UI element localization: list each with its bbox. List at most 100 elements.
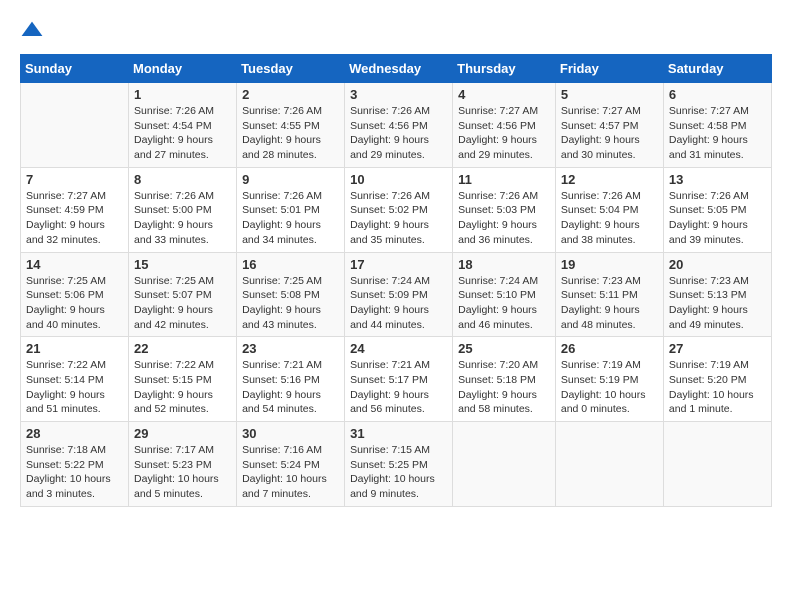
day-info: Sunrise: 7:23 AMSunset: 5:13 PMDaylight:… bbox=[669, 274, 766, 333]
day-info: Sunrise: 7:26 AMSunset: 5:01 PMDaylight:… bbox=[242, 189, 339, 248]
calendar-cell: 24 Sunrise: 7:21 AMSunset: 5:17 PMDayligh… bbox=[345, 337, 453, 422]
day-info: Sunrise: 7:21 AMSunset: 5:16 PMDaylight:… bbox=[242, 358, 339, 417]
calendar-cell: 31 Sunrise: 7:15 AMSunset: 5:25 PMDayligh… bbox=[345, 422, 453, 507]
day-number: 18 bbox=[458, 257, 550, 272]
day-info: Sunrise: 7:26 AMSunset: 5:00 PMDaylight:… bbox=[134, 189, 231, 248]
calendar-cell: 5 Sunrise: 7:27 AMSunset: 4:57 PMDaylight… bbox=[555, 83, 663, 168]
day-number: 6 bbox=[669, 87, 766, 102]
calendar-cell: 4 Sunrise: 7:27 AMSunset: 4:56 PMDaylight… bbox=[453, 83, 556, 168]
day-number: 13 bbox=[669, 172, 766, 187]
calendar-cell: 1Sunrise: 7:26 AMSunset: 4:54 PMDaylight… bbox=[129, 83, 237, 168]
calendar-body: 1Sunrise: 7:26 AMSunset: 4:54 PMDaylight… bbox=[21, 83, 772, 507]
day-number: 4 bbox=[458, 87, 550, 102]
day-info: Sunrise: 7:25 AMSunset: 5:06 PMDaylight:… bbox=[26, 274, 123, 333]
calendar-cell: 30 Sunrise: 7:16 AMSunset: 5:24 PMDayligh… bbox=[237, 422, 345, 507]
day-number: 5 bbox=[561, 87, 658, 102]
calendar-cell: 17Sunrise: 7:24 AMSunset: 5:09 PMDayligh… bbox=[345, 252, 453, 337]
calendar-header: SundayMondayTuesdayWednesdayThursdayFrid… bbox=[21, 55, 772, 83]
day-info: Sunrise: 7:22 AMSunset: 5:14 PMDaylight:… bbox=[26, 358, 123, 417]
day-number: 9 bbox=[242, 172, 339, 187]
day-number: 2 bbox=[242, 87, 339, 102]
calendar-cell: 25 Sunrise: 7:20 AMSunset: 5:18 PMDayligh… bbox=[453, 337, 556, 422]
calendar-cell: 23 Sunrise: 7:21 AMSunset: 5:16 PMDayligh… bbox=[237, 337, 345, 422]
calendar-cell: 27 Sunrise: 7:19 AMSunset: 5:20 PMDayligh… bbox=[663, 337, 771, 422]
day-info: Sunrise: 7:27 AMSunset: 4:57 PMDaylight:… bbox=[561, 104, 658, 163]
day-info: Sunrise: 7:15 AMSunset: 5:25 PMDaylight:… bbox=[350, 443, 447, 502]
day-number: 28 bbox=[26, 426, 123, 441]
day-info: Sunrise: 7:26 AMSunset: 5:03 PMDaylight:… bbox=[458, 189, 550, 248]
header-day-monday: Monday bbox=[129, 55, 237, 83]
calendar-cell bbox=[663, 422, 771, 507]
day-number: 29 bbox=[134, 426, 231, 441]
calendar-cell: 7 Sunrise: 7:27 AMSunset: 4:59 PMDaylight… bbox=[21, 167, 129, 252]
day-number: 24 bbox=[350, 341, 447, 356]
calendar-cell: 11 Sunrise: 7:26 AMSunset: 5:03 PMDayligh… bbox=[453, 167, 556, 252]
header-day-tuesday: Tuesday bbox=[237, 55, 345, 83]
day-number: 27 bbox=[669, 341, 766, 356]
day-number: 7 bbox=[26, 172, 123, 187]
day-number: 20 bbox=[669, 257, 766, 272]
day-info: Sunrise: 7:26 AMSunset: 4:54 PMDaylight:… bbox=[134, 104, 231, 163]
day-number: 22 bbox=[134, 341, 231, 356]
calendar-cell: 16 Sunrise: 7:25 AMSunset: 5:08 PMDayligh… bbox=[237, 252, 345, 337]
day-info: Sunrise: 7:18 AMSunset: 5:22 PMDaylight:… bbox=[26, 443, 123, 502]
day-info: Sunrise: 7:16 AMSunset: 5:24 PMDaylight:… bbox=[242, 443, 339, 502]
day-info: Sunrise: 7:27 AMSunset: 4:58 PMDaylight:… bbox=[669, 104, 766, 163]
calendar-row-3: 21Sunrise: 7:22 AMSunset: 5:14 PMDayligh… bbox=[21, 337, 772, 422]
day-number: 11 bbox=[458, 172, 550, 187]
calendar-table: SundayMondayTuesdayWednesdayThursdayFrid… bbox=[20, 54, 772, 507]
day-info: Sunrise: 7:24 AMSunset: 5:10 PMDaylight:… bbox=[458, 274, 550, 333]
day-number: 25 bbox=[458, 341, 550, 356]
calendar-cell: 19 Sunrise: 7:23 AMSunset: 5:11 PMDayligh… bbox=[555, 252, 663, 337]
calendar-cell: 3 Sunrise: 7:26 AMSunset: 4:56 PMDaylight… bbox=[345, 83, 453, 168]
calendar-cell bbox=[555, 422, 663, 507]
calendar-cell: 15 Sunrise: 7:25 AMSunset: 5:07 PMDayligh… bbox=[129, 252, 237, 337]
day-info: Sunrise: 7:19 AMSunset: 5:19 PMDaylight:… bbox=[561, 358, 658, 417]
day-info: Sunrise: 7:26 AMSunset: 5:02 PMDaylight:… bbox=[350, 189, 447, 248]
day-info: Sunrise: 7:27 AMSunset: 4:56 PMDaylight:… bbox=[458, 104, 550, 163]
day-info: Sunrise: 7:25 AMSunset: 5:07 PMDaylight:… bbox=[134, 274, 231, 333]
day-info: Sunrise: 7:25 AMSunset: 5:08 PMDaylight:… bbox=[242, 274, 339, 333]
calendar-cell: 13 Sunrise: 7:26 AMSunset: 5:05 PMDayligh… bbox=[663, 167, 771, 252]
calendar-cell: 21Sunrise: 7:22 AMSunset: 5:14 PMDayligh… bbox=[21, 337, 129, 422]
day-number: 10 bbox=[350, 172, 447, 187]
header-day-sunday: Sunday bbox=[21, 55, 129, 83]
day-info: Sunrise: 7:27 AMSunset: 4:59 PMDaylight:… bbox=[26, 189, 123, 248]
calendar-cell: 2 Sunrise: 7:26 AMSunset: 4:55 PMDaylight… bbox=[237, 83, 345, 168]
logo-icon bbox=[20, 20, 44, 44]
day-number: 12 bbox=[561, 172, 658, 187]
day-info: Sunrise: 7:17 AMSunset: 5:23 PMDaylight:… bbox=[134, 443, 231, 502]
day-info: Sunrise: 7:20 AMSunset: 5:18 PMDaylight:… bbox=[458, 358, 550, 417]
day-info: Sunrise: 7:26 AMSunset: 5:05 PMDaylight:… bbox=[669, 189, 766, 248]
day-info: Sunrise: 7:26 AMSunset: 5:04 PMDaylight:… bbox=[561, 189, 658, 248]
day-number: 31 bbox=[350, 426, 447, 441]
calendar-cell: 26 Sunrise: 7:19 AMSunset: 5:19 PMDayligh… bbox=[555, 337, 663, 422]
logo bbox=[20, 20, 48, 44]
day-number: 19 bbox=[561, 257, 658, 272]
calendar-row-2: 14 Sunrise: 7:25 AMSunset: 5:06 PMDayligh… bbox=[21, 252, 772, 337]
page-header bbox=[20, 20, 772, 44]
day-info: Sunrise: 7:26 AMSunset: 4:56 PMDaylight:… bbox=[350, 104, 447, 163]
day-number: 15 bbox=[134, 257, 231, 272]
day-info: Sunrise: 7:26 AMSunset: 4:55 PMDaylight:… bbox=[242, 104, 339, 163]
header-day-friday: Friday bbox=[555, 55, 663, 83]
day-number: 14 bbox=[26, 257, 123, 272]
day-info: Sunrise: 7:19 AMSunset: 5:20 PMDaylight:… bbox=[669, 358, 766, 417]
header-day-thursday: Thursday bbox=[453, 55, 556, 83]
day-number: 16 bbox=[242, 257, 339, 272]
day-info: Sunrise: 7:22 AMSunset: 5:15 PMDaylight:… bbox=[134, 358, 231, 417]
calendar-cell: 22 Sunrise: 7:22 AMSunset: 5:15 PMDayligh… bbox=[129, 337, 237, 422]
calendar-row-4: 28 Sunrise: 7:18 AMSunset: 5:22 PMDayligh… bbox=[21, 422, 772, 507]
calendar-cell: 12 Sunrise: 7:26 AMSunset: 5:04 PMDayligh… bbox=[555, 167, 663, 252]
calendar-cell: 10 Sunrise: 7:26 AMSunset: 5:02 PMDayligh… bbox=[345, 167, 453, 252]
day-number: 17 bbox=[350, 257, 447, 272]
day-info: Sunrise: 7:21 AMSunset: 5:17 PMDaylight:… bbox=[350, 358, 447, 417]
day-number: 3 bbox=[350, 87, 447, 102]
calendar-cell: 29 Sunrise: 7:17 AMSunset: 5:23 PMDayligh… bbox=[129, 422, 237, 507]
day-number: 23 bbox=[242, 341, 339, 356]
day-number: 30 bbox=[242, 426, 339, 441]
calendar-cell bbox=[21, 83, 129, 168]
day-info: Sunrise: 7:23 AMSunset: 5:11 PMDaylight:… bbox=[561, 274, 658, 333]
header-row: SundayMondayTuesdayWednesdayThursdayFrid… bbox=[21, 55, 772, 83]
day-number: 26 bbox=[561, 341, 658, 356]
